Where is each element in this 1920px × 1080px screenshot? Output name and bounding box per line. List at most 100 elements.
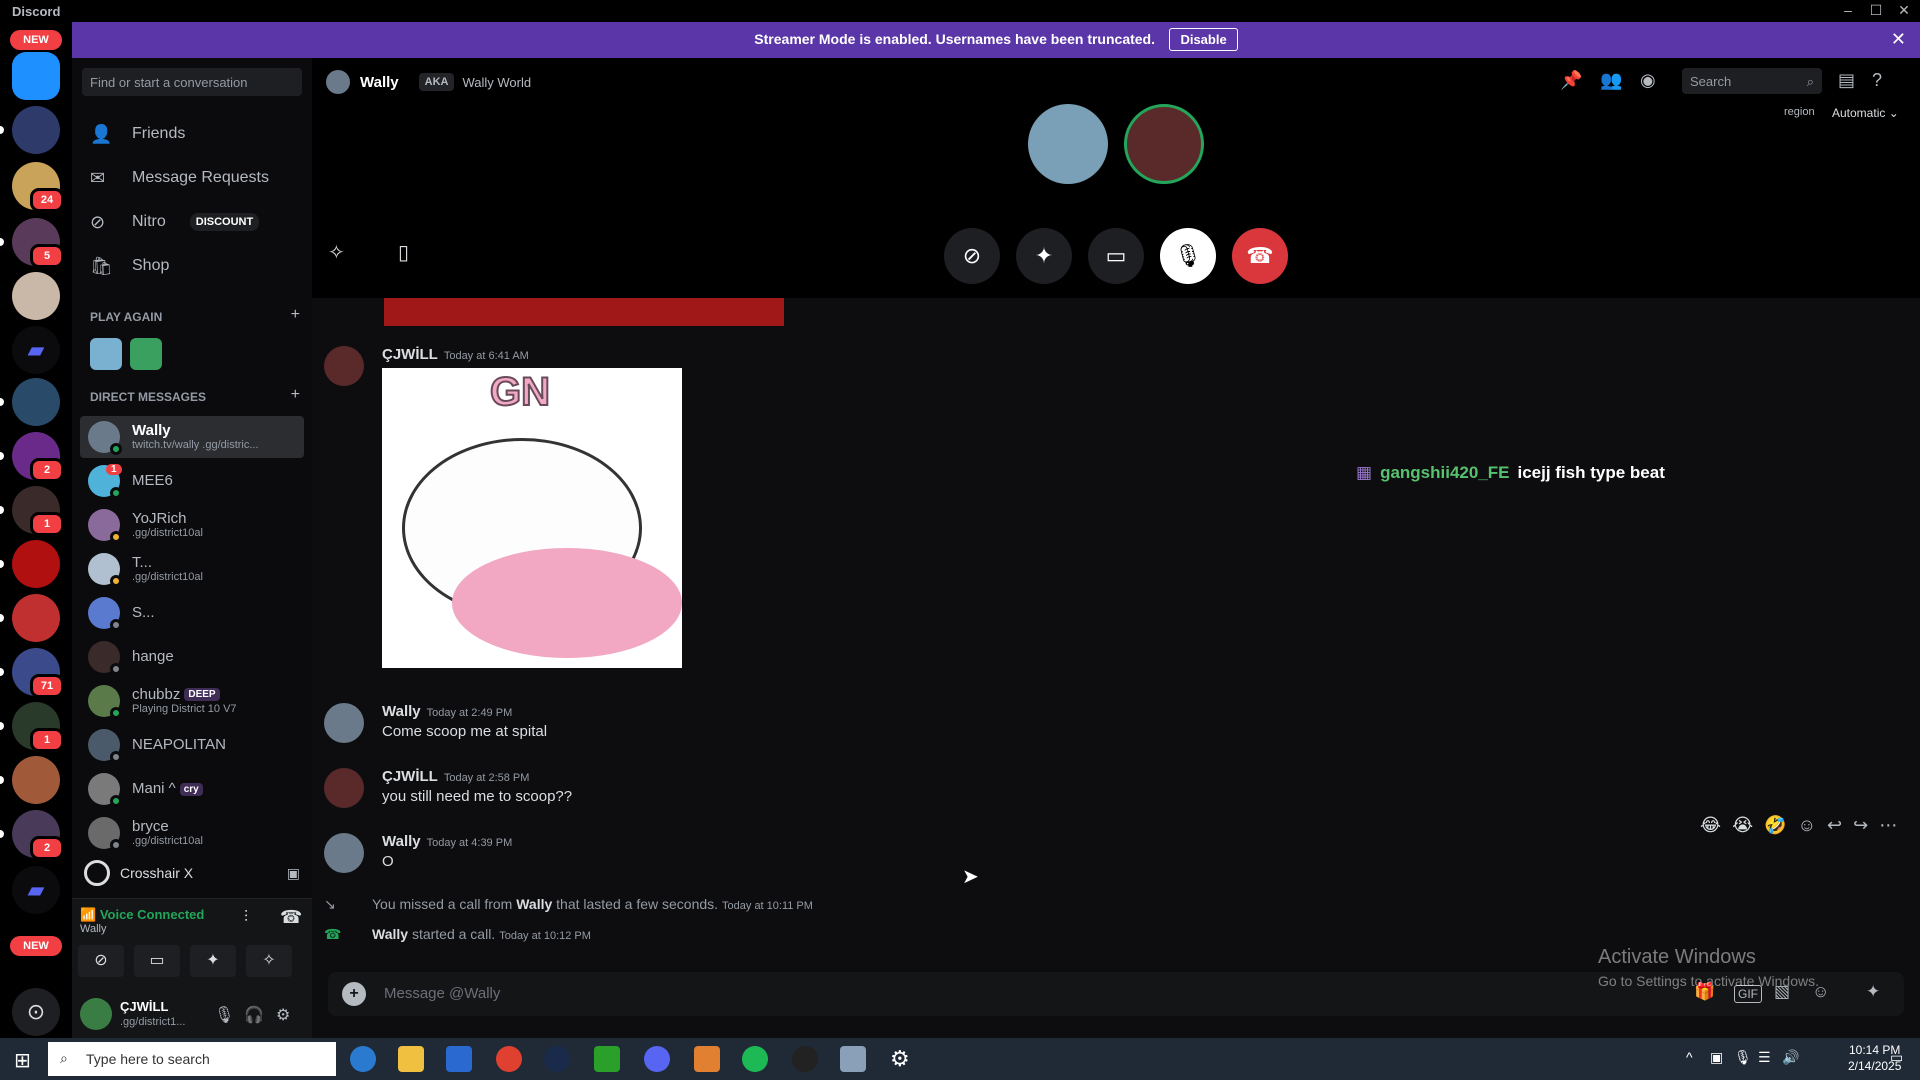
- server-icon[interactable]: [0, 106, 60, 154]
- noise-suppression-icon[interactable]: ⫶: [244, 909, 248, 927]
- camera-off-button[interactable]: ⊘: [944, 228, 1000, 284]
- game-icon[interactable]: [90, 338, 122, 370]
- notifications-icon[interactable]: ▭: [1890, 1049, 1903, 1066]
- server-icon[interactable]: [12, 272, 60, 320]
- folder-icon[interactable]: ▰: [12, 866, 60, 914]
- home-icon[interactable]: [12, 52, 60, 100]
- disconnect-icon[interactable]: ☎: [280, 907, 302, 928]
- system-user[interactable]: Wally: [516, 896, 552, 912]
- reaction-laugh[interactable]: 😂: [1700, 815, 1721, 835]
- server-icon[interactable]: 71: [0, 648, 64, 698]
- apps-icon[interactable]: ✦: [1866, 982, 1880, 1002]
- server-icon[interactable]: 24: [12, 162, 64, 212]
- wifi-icon[interactable]: ☰: [1758, 1049, 1771, 1066]
- server-icon[interactable]: 5: [0, 218, 64, 268]
- steam-icon[interactable]: [544, 1046, 570, 1072]
- message-author[interactable]: Wally: [382, 833, 421, 850]
- game-icon[interactable]: [130, 338, 162, 370]
- nav-friends[interactable]: 👤 Friends: [80, 114, 304, 154]
- help-icon[interactable]: ?: [1872, 70, 1882, 91]
- tray-app-icon[interactable]: ▣: [1710, 1049, 1723, 1066]
- new-dm-icon[interactable]: +: [291, 386, 300, 404]
- soundboard-icon[interactable]: ✧: [328, 240, 345, 265]
- system-user[interactable]: Wally: [372, 926, 408, 942]
- search-input[interactable]: Search ⌕: [1682, 68, 1822, 94]
- screen-icon[interactable]: ▣: [287, 865, 300, 882]
- mail-icon[interactable]: [446, 1046, 472, 1072]
- dm-item[interactable]: NEAPOLITAN: [80, 724, 304, 766]
- dm-item[interactable]: bryce .gg/district10al: [80, 812, 304, 854]
- pin-icon[interactable]: 📌: [1560, 70, 1582, 91]
- microphone-icon[interactable]: 🎙: [1734, 1049, 1752, 1066]
- windows-start-icon[interactable]: ⊞: [14, 1048, 31, 1073]
- discover-icon[interactable]: ⊙: [12, 988, 60, 1036]
- avatar[interactable]: [80, 998, 112, 1030]
- discord-icon[interactable]: [644, 1046, 670, 1072]
- camera-off-icon[interactable]: ⊘: [78, 945, 124, 977]
- server-icon[interactable]: [0, 378, 60, 426]
- image-attachment[interactable]: [384, 298, 784, 326]
- dm-name[interactable]: Wally: [360, 74, 399, 91]
- file-explorer-icon[interactable]: [398, 1046, 424, 1072]
- app-icon[interactable]: [792, 1046, 818, 1072]
- message-input[interactable]: Message @Wally: [384, 985, 500, 1002]
- server-icon[interactable]: 1: [0, 486, 64, 536]
- maximize-button[interactable]: ☐: [1864, 2, 1888, 19]
- avatar[interactable]: [324, 346, 364, 386]
- message-author[interactable]: ÇJWİLL: [382, 768, 438, 785]
- more-icon[interactable]: ⋯: [1879, 815, 1897, 835]
- reaction-cry[interactable]: 😭: [1732, 815, 1753, 835]
- screenshare-button[interactable]: ▭: [1088, 228, 1144, 284]
- avatar[interactable]: [324, 703, 364, 743]
- avatar[interactable]: [324, 833, 364, 873]
- call-avatar-speaking[interactable]: [1124, 104, 1204, 184]
- server-icon[interactable]: 2: [0, 432, 64, 482]
- popout-icon[interactable]: ▯: [398, 240, 409, 265]
- server-icon[interactable]: 2: [0, 810, 64, 860]
- dm-item[interactable]: Wally twitch.tv/wally .gg/distric...: [80, 416, 304, 458]
- activity-crosshair[interactable]: Crosshair X ▣: [72, 853, 312, 893]
- nav-nitro[interactable]: ⊘ Nitro DISCOUNT: [80, 202, 304, 242]
- inbox-icon[interactable]: ▤: [1838, 70, 1855, 91]
- server-icon[interactable]: [0, 540, 60, 588]
- spotify-icon[interactable]: [742, 1046, 768, 1072]
- dm-item[interactable]: chubbz DEEP Playing District 10 V7: [80, 680, 304, 722]
- dm-item[interactable]: MEE6 1: [80, 460, 304, 502]
- profile-icon[interactable]: ◉: [1640, 70, 1656, 91]
- message-author[interactable]: ÇJWİLL: [382, 346, 438, 363]
- settings-icon[interactable]: ⚙: [890, 1046, 910, 1072]
- screenshare-icon[interactable]: ▭: [134, 945, 180, 977]
- server-icon[interactable]: 1: [0, 702, 64, 752]
- dm-item[interactable]: hange: [80, 636, 304, 678]
- activities-icon[interactable]: ✦: [190, 945, 236, 977]
- mic-button[interactable]: 🎙: [1160, 228, 1216, 284]
- reaction-rofl[interactable]: 🤣: [1764, 815, 1786, 835]
- soundboard-icon[interactable]: ✧: [246, 945, 292, 977]
- taskbar-search[interactable]: ⌕ Type here to search: [48, 1042, 336, 1076]
- edge-icon[interactable]: [350, 1046, 376, 1072]
- reply-icon[interactable]: ↩: [1827, 815, 1842, 835]
- gear-icon[interactable]: ⚙: [276, 1005, 290, 1025]
- headphones-icon[interactable]: 🎧: [244, 1005, 264, 1025]
- chrome-icon[interactable]: [496, 1046, 522, 1072]
- avatar[interactable]: [324, 768, 364, 808]
- dm-item[interactable]: Mani ^ cry: [80, 768, 304, 810]
- avatar[interactable]: [326, 70, 350, 94]
- minimize-button[interactable]: –: [1836, 2, 1860, 18]
- forward-icon[interactable]: ↪: [1853, 815, 1868, 835]
- app-icon[interactable]: [694, 1046, 720, 1072]
- close-icon[interactable]: ✕: [1891, 29, 1906, 50]
- activities-button[interactable]: ✦: [1016, 228, 1072, 284]
- disable-button[interactable]: Disable: [1169, 28, 1238, 51]
- region-select[interactable]: Automatic ⌄: [1832, 106, 1899, 120]
- xbox-icon[interactable]: [594, 1046, 620, 1072]
- gif-attachment[interactable]: GN: [382, 368, 682, 668]
- dm-item[interactable]: YoJRich .gg/district10al: [80, 504, 304, 546]
- message-author[interactable]: Wally: [382, 703, 421, 720]
- call-avatar[interactable]: [1028, 104, 1108, 184]
- add-reaction-icon[interactable]: ☺: [1798, 815, 1816, 835]
- volume-icon[interactable]: 🔊: [1782, 1049, 1799, 1066]
- attach-plus-icon[interactable]: +: [342, 982, 366, 1006]
- end-call-button[interactable]: ☎: [1232, 228, 1288, 284]
- app-icon[interactable]: [840, 1046, 866, 1072]
